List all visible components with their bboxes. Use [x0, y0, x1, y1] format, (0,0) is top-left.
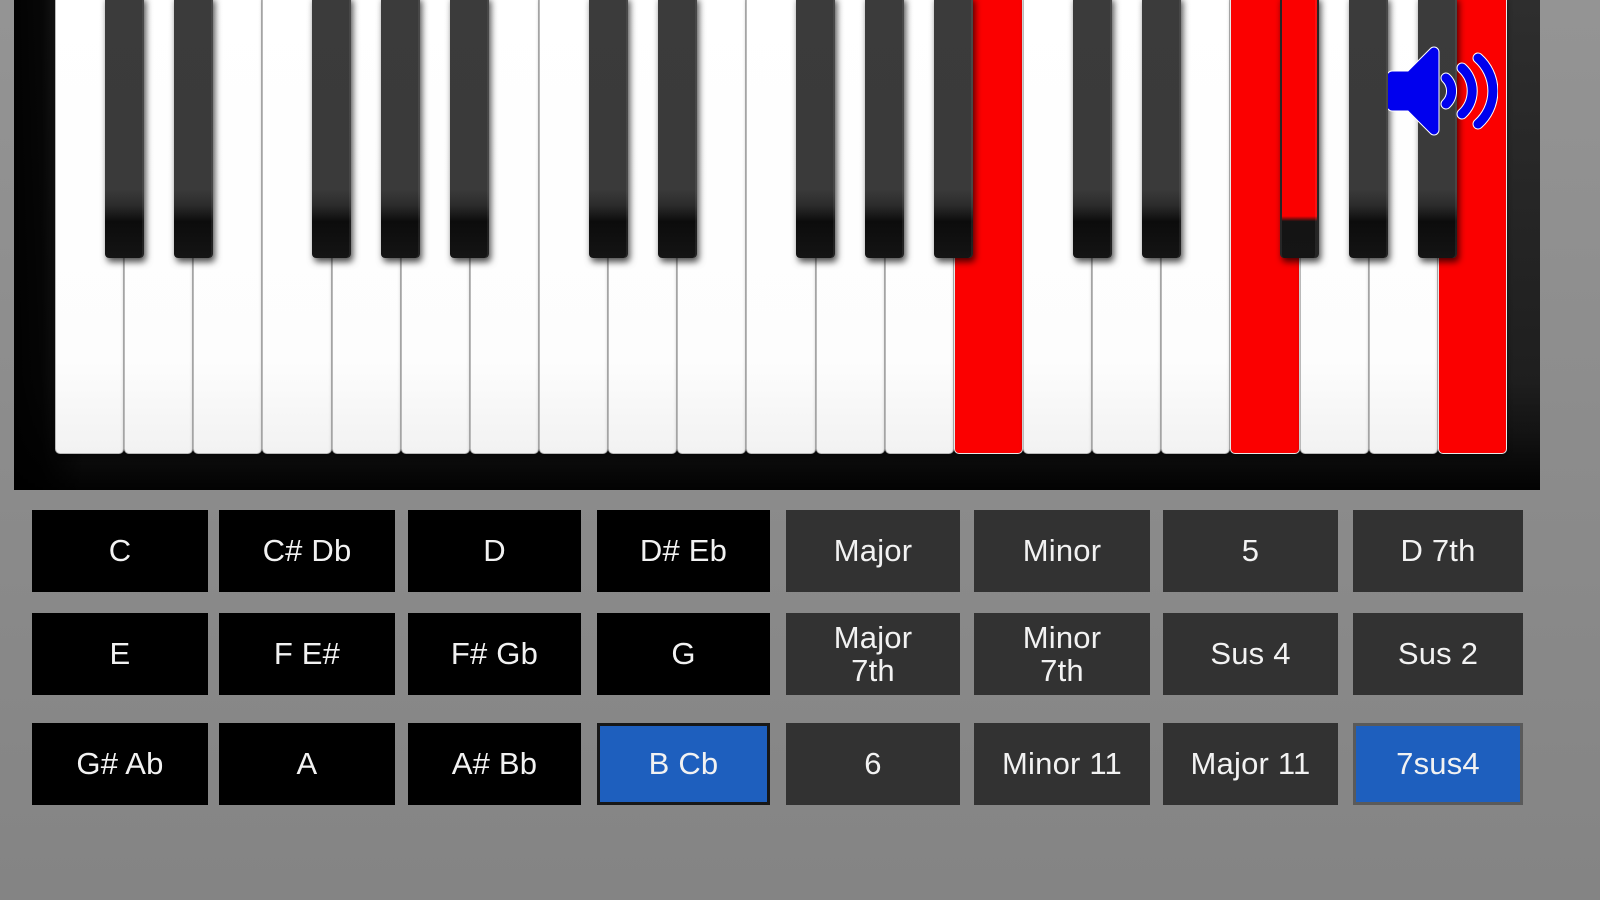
chord-button-major[interactable]: Major: [786, 510, 960, 592]
button-row-1: C C# Db D D# Eb Major Minor 5 D 7th: [0, 510, 1600, 592]
chord-button-7sus4[interactable]: 7sus4: [1353, 723, 1523, 805]
chord-button-minor[interactable]: Minor: [974, 510, 1150, 592]
black-key-csharp-14[interactable]: [1072, 0, 1112, 258]
note-button-c-db[interactable]: C# Db: [219, 510, 395, 592]
black-key-asharp-12[interactable]: [934, 0, 974, 258]
chord-selector-panel[interactable]: C C# Db D D# Eb Major Minor 5 D 7th E F E# F# Gb G M…: [0, 510, 1600, 830]
chord-button-major-11[interactable]: Major 11: [1163, 723, 1338, 805]
black-key-dsharp-1[interactable]: [173, 0, 213, 258]
note-button-g[interactable]: G: [597, 613, 770, 695]
note-button-d[interactable]: D: [408, 510, 581, 592]
speaker-volume-icon[interactable]: [1388, 42, 1498, 140]
note-button-d-eb[interactable]: D# Eb: [597, 510, 770, 592]
black-key-gsharp-11[interactable]: [865, 0, 905, 258]
black-key-fsharp-3[interactable]: [312, 0, 351, 258]
note-button-f-e[interactable]: F E#: [219, 613, 395, 695]
chord-button-d-7th[interactable]: D 7th: [1353, 510, 1523, 592]
black-key-gsharp-4[interactable]: [381, 0, 421, 258]
black-key-csharp-0[interactable]: [104, 0, 144, 258]
note-button-c[interactable]: C: [32, 510, 208, 592]
note-button-a[interactable]: A: [219, 723, 395, 805]
chord-button-5[interactable]: 5: [1163, 510, 1338, 592]
chord-button-6[interactable]: 6: [786, 723, 960, 805]
black-key-asharp-5[interactable]: [450, 0, 490, 258]
button-row-3: G# Ab A A# Bb B Cb 6 Minor 11 Major 11 7sus4: [0, 723, 1600, 805]
chord-button-sus-4[interactable]: Sus 4: [1163, 613, 1338, 695]
black-key-csharp-7[interactable]: [588, 0, 628, 258]
chord-button-minor-11[interactable]: Minor 11: [974, 723, 1150, 805]
button-row-2: EF E# F# Gb G Major 7th Minor 7th Sus 4 Sus 2: [0, 613, 1600, 695]
chord-button-major-7th[interactable]: Major 7th: [786, 613, 960, 695]
note-button-f-gb[interactable]: F# Gb: [408, 613, 581, 695]
black-key-fsharp-17[interactable]: [1280, 0, 1319, 258]
note-button-b-cb[interactable]: B Cb: [597, 723, 770, 805]
piano-chord-app: C C# Db D D# Eb Major Minor 5 D 7th E F E# F# Gb G M…: [0, 0, 1600, 900]
black-key-dsharp-15[interactable]: [1141, 0, 1181, 258]
black-key-gsharp-18[interactable]: [1349, 0, 1389, 258]
chord-button-sus-2[interactable]: Sus 2: [1353, 613, 1523, 695]
black-key-dsharp-8[interactable]: [657, 0, 697, 258]
note-button-g-ab[interactable]: G# Ab: [32, 723, 208, 805]
piano-keyboard-panel[interactable]: [14, 0, 1540, 490]
black-key-fsharp-10[interactable]: [796, 0, 835, 258]
piano-keys[interactable]: [55, 0, 1507, 454]
note-button-e[interactable]: E: [32, 613, 208, 695]
note-button-a-bb[interactable]: A# Bb: [408, 723, 581, 805]
chord-button-minor-7th[interactable]: Minor 7th: [974, 613, 1150, 695]
